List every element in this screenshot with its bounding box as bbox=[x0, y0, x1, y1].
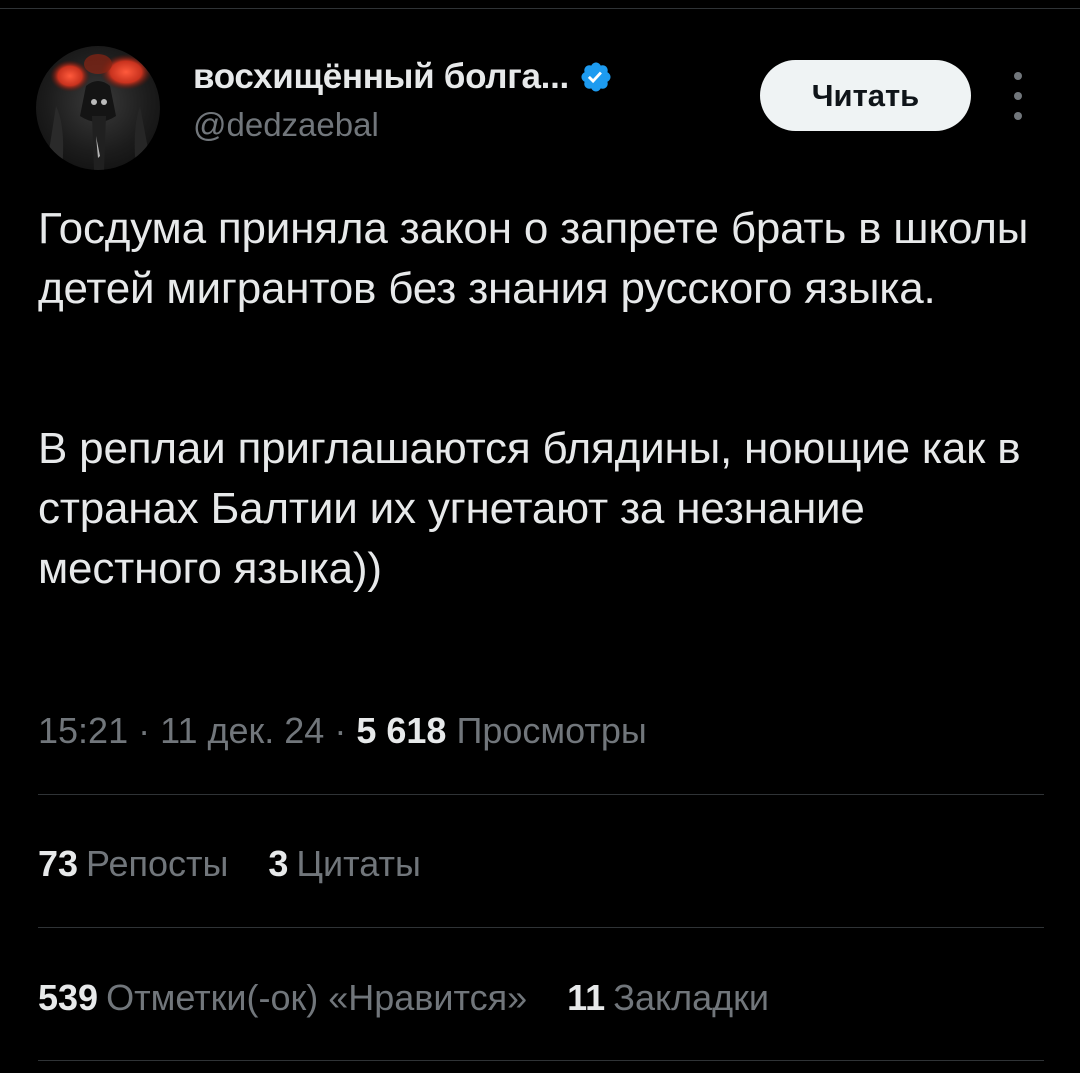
more-dot bbox=[1014, 92, 1022, 100]
tweet-paragraph: В реплаи приглашаются блядины, ноющие ка… bbox=[38, 424, 1021, 593]
stats-row-reposts: 73 Репосты 3 Цитаты bbox=[38, 840, 461, 888]
bookmarks-count: 11 bbox=[567, 977, 606, 1018]
author-handle[interactable]: @dedzaebal bbox=[193, 106, 379, 144]
tweet-meta: 15:21 · 11 дек. 24 · 5 618 Просмотры bbox=[38, 707, 647, 755]
quotes-label: Цитаты bbox=[296, 843, 421, 884]
likes-count: 539 bbox=[38, 977, 99, 1018]
avatar[interactable] bbox=[36, 46, 160, 170]
author-display-name[interactable]: восхищённый болга... bbox=[193, 57, 569, 97]
tweet-text: Госдума приняла закон о запрете брать в … bbox=[38, 199, 1058, 599]
stats-row-likes: 539 Отметки(-ок) «Нравится» 11 Закладки bbox=[38, 974, 809, 1022]
meta-separator: · bbox=[334, 710, 347, 751]
views-label: Просмотры bbox=[456, 710, 647, 751]
views-count: 5 618 bbox=[356, 710, 447, 751]
tweet-date[interactable]: 11 дек. 24 bbox=[160, 710, 324, 751]
bookmarks-label: Закладки bbox=[613, 977, 770, 1018]
more-dot bbox=[1014, 112, 1022, 120]
reposts-label: Репосты bbox=[86, 843, 229, 884]
likes-stat[interactable]: 539 Отметки(-ок) «Нравится» bbox=[38, 974, 527, 1022]
follow-button[interactable]: Читать bbox=[760, 60, 971, 131]
quotes-count: 3 bbox=[268, 843, 289, 884]
meta-separator: · bbox=[138, 710, 151, 751]
more-dot bbox=[1014, 72, 1022, 80]
author-name-row[interactable]: восхищённый болга... bbox=[193, 56, 613, 98]
top-divider bbox=[0, 8, 1080, 9]
reposts-stat[interactable]: 73 Репосты bbox=[38, 840, 228, 888]
more-vertical-icon[interactable] bbox=[1003, 72, 1033, 120]
stats-divider-top bbox=[38, 794, 1044, 795]
stats-divider-bottom bbox=[38, 1060, 1044, 1061]
bookmarks-stat[interactable]: 11 Закладки bbox=[567, 974, 769, 1022]
tweet-time[interactable]: 15:21 bbox=[38, 710, 128, 751]
stats-divider-middle bbox=[38, 927, 1044, 928]
likes-label: Отметки(-ок) «Нравится» bbox=[106, 977, 528, 1018]
tweet-paragraph: Госдума приняла закон о запрете брать в … bbox=[38, 204, 1029, 313]
verified-badge-icon[interactable] bbox=[579, 60, 613, 94]
quotes-stat[interactable]: 3 Цитаты bbox=[268, 840, 420, 888]
avatar-image bbox=[46, 54, 152, 170]
reposts-count: 73 bbox=[38, 843, 79, 884]
